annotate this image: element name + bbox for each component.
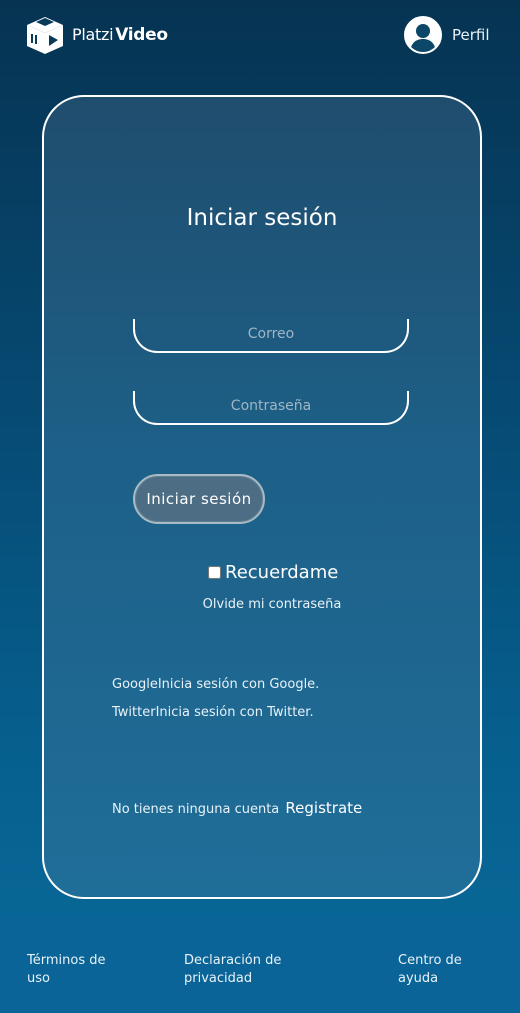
logo-text-platzi: Platzi (72, 25, 114, 44)
login-title: Iniciar sesión (186, 205, 338, 231)
footer-link-privacy[interactable]: Declaración de privacidad (184, 952, 304, 988)
google-login-link[interactable]: GoogleInicia sesión con Google. (112, 677, 319, 692)
footer-link-terms[interactable]: Términos de uso (27, 952, 127, 988)
email-field-wrapper (133, 319, 409, 353)
footer-link-help[interactable]: Centro de ayuda (398, 952, 478, 988)
email-field[interactable] (135, 319, 407, 349)
no-account-text: No tienes ninguna cuenta (112, 802, 280, 817)
header: Platzi Video Perfil (0, 0, 520, 72)
profile-link[interactable]: Perfil (404, 16, 490, 54)
remember-me[interactable]: Recuerdame (208, 562, 338, 583)
register-link[interactable]: Registrate (285, 799, 362, 817)
register-row: No tienes ninguna cuenta Registrate (112, 799, 362, 817)
platzi-video-logo[interactable]: Platzi Video (24, 14, 168, 56)
forgot-password-link[interactable]: Olvide mi contraseña (44, 597, 480, 612)
profile-label: Perfil (452, 26, 490, 44)
password-field[interactable] (135, 391, 407, 421)
remember-checkbox[interactable] (208, 566, 221, 579)
login-submit-button[interactable]: Iniciar sesión (133, 474, 265, 524)
logo-text-video: Video (115, 25, 168, 45)
password-field-wrapper (133, 391, 409, 425)
remember-label: Recuerdame (225, 562, 339, 583)
twitter-login-link[interactable]: TwitterInicia sesión con Twitter. (112, 705, 314, 720)
cube-play-icon (27, 17, 63, 54)
footer: Términos de uso Declaración de privacida… (0, 918, 520, 1013)
login-card: Iniciar sesión Iniciar sesión Recuerdame… (42, 95, 482, 899)
user-avatar-icon (404, 16, 442, 54)
